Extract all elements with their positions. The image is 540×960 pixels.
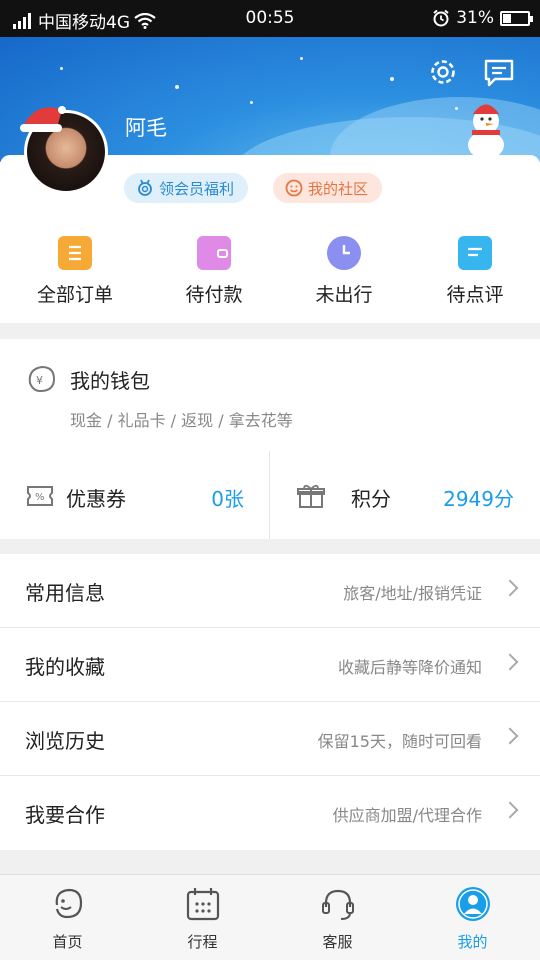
star-decoration xyxy=(300,57,303,60)
battery-icon xyxy=(500,10,533,26)
chevron-right-icon xyxy=(501,579,519,597)
username[interactable]: 阿毛 xyxy=(125,112,167,142)
menu-item-history[interactable]: 浏览历史 保留15天，随时可回看 xyxy=(0,702,540,776)
santa-hat-icon xyxy=(20,106,66,132)
coupon-count[interactable]: 0张 xyxy=(211,483,244,512)
wallet-title[interactable]: 我的钱包 xyxy=(70,365,150,394)
menu-item-name: 我要合作 xyxy=(25,803,105,827)
member-benefits-button[interactable]: 领会员福利 xyxy=(124,173,249,203)
chevron-right-icon xyxy=(501,653,519,671)
comment-icon xyxy=(458,236,492,270)
chevron-right-icon xyxy=(501,801,519,819)
wallet-subtitle: 现金 / 礼品卡 / 返现 / 拿去花等 xyxy=(70,411,293,430)
order-all-button[interactable]: 全部订单 xyxy=(34,236,116,307)
status-bar: 中国移动4G 00:55 31% xyxy=(0,0,540,37)
menu-item-cooperation[interactable]: 我要合作 供应商加盟/代理合作 xyxy=(0,776,540,850)
menu-item-name: 浏览历史 xyxy=(25,729,105,753)
wallet-icon xyxy=(197,236,231,270)
menu-item-common-info[interactable]: 常用信息 旅客/地址/报销凭证 xyxy=(0,554,540,628)
calendar-icon xyxy=(186,888,219,921)
menu-item-hint: 旅客/地址/报销凭证 xyxy=(343,584,482,603)
clock-icon xyxy=(327,236,361,270)
svg-text:¥: ¥ xyxy=(36,374,43,387)
headset-icon xyxy=(321,889,354,920)
my-community-label: 我的社区 xyxy=(308,179,369,198)
star-decoration xyxy=(390,77,394,81)
tab-trips-label: 行程 xyxy=(187,933,218,951)
points-label[interactable]: 积分 xyxy=(351,483,391,512)
user-icon xyxy=(455,887,490,921)
tab-support-label: 客服 xyxy=(322,933,353,951)
order-unpaid-button[interactable]: 待付款 xyxy=(175,236,253,307)
tab-support[interactable]: 客服 xyxy=(270,875,405,960)
tab-home[interactable]: 首页 xyxy=(0,875,135,960)
coupon-icon: % xyxy=(27,486,53,506)
snowman-icon xyxy=(468,104,504,159)
coupon-label[interactable]: 优惠券 xyxy=(66,483,126,512)
order-unpaid-label: 待付款 xyxy=(185,284,243,306)
order-all-label: 全部订单 xyxy=(36,284,113,306)
tab-trips[interactable]: 行程 xyxy=(135,875,270,960)
star-decoration xyxy=(250,101,253,104)
star-decoration xyxy=(175,85,179,89)
order-upcoming-button[interactable]: 未出行 xyxy=(305,236,383,307)
menu-item-hint: 保留15天，随时可回看 xyxy=(317,732,482,751)
my-community-button[interactable]: 我的社区 xyxy=(273,173,383,203)
svg-text:%: % xyxy=(35,492,45,503)
tab-mine-label: 我的 xyxy=(457,933,488,951)
order-review-button[interactable]: 待点评 xyxy=(436,236,514,307)
wallet-dolphin-icon: ¥ xyxy=(28,365,56,393)
status-right: 31% xyxy=(432,8,533,28)
tab-home-label: 首页 xyxy=(52,933,83,951)
chevron-right-icon xyxy=(501,727,519,745)
menu-item-favorites[interactable]: 我的收藏 收藏后静等降价通知 xyxy=(0,628,540,702)
tab-mine[interactable]: 我的 xyxy=(405,875,540,960)
medal-icon xyxy=(138,179,152,196)
battery-percent: 31% xyxy=(456,8,494,28)
order-list-icon xyxy=(58,236,92,270)
wallet-section: ¥ 我的钱包 现金 / 礼品卡 / 返现 / 拿去花等 % 优惠券 0张 积分 … xyxy=(0,339,540,539)
menu-item-name: 我的收藏 xyxy=(25,655,105,679)
member-benefits-label: 领会员福利 xyxy=(159,179,235,198)
bottom-tab-bar: 首页 行程 客服 我的 xyxy=(0,874,540,960)
menu-item-hint: 收藏后静等降价通知 xyxy=(337,658,482,677)
order-upcoming-label: 未出行 xyxy=(315,284,373,306)
menu-item-hint: 供应商加盟/代理合作 xyxy=(332,806,482,825)
star-decoration xyxy=(60,67,63,70)
settings-menu: 常用信息 旅客/地址/报销凭证 我的收藏 收藏后静等降价通知 浏览历史 保留15… xyxy=(0,554,540,850)
menu-item-name: 常用信息 xyxy=(25,581,105,605)
gift-icon xyxy=(297,484,325,508)
order-review-label: 待点评 xyxy=(446,284,504,306)
smile-face-icon xyxy=(285,179,303,197)
wallet-divider xyxy=(269,451,270,539)
message-icon[interactable] xyxy=(482,55,516,89)
settings-icon[interactable] xyxy=(426,55,460,89)
dolphin-home-icon xyxy=(55,888,82,919)
alarm-icon xyxy=(433,9,449,27)
points-value[interactable]: 2949分 xyxy=(443,483,514,512)
